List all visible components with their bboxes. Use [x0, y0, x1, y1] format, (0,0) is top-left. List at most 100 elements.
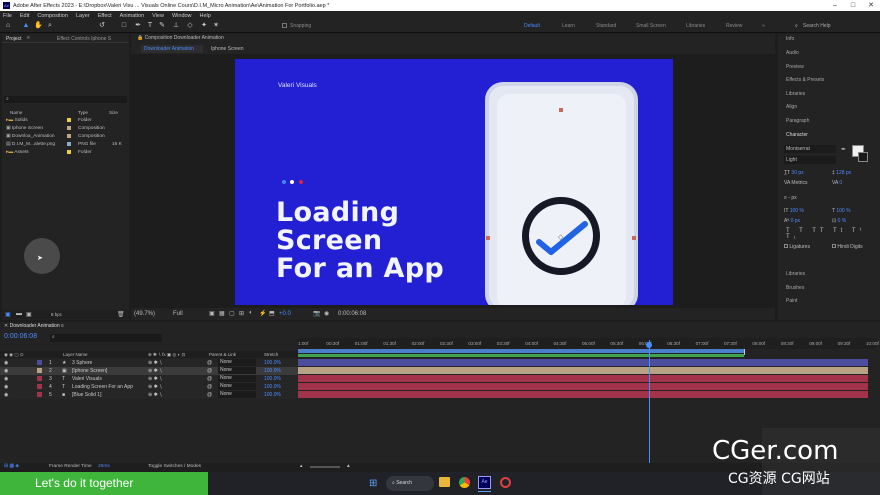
panel-preview[interactable]: Preview — [786, 64, 804, 70]
interpret-footage-icon[interactable]: ▣ — [5, 311, 11, 318]
menu-help[interactable]: Help — [200, 13, 211, 19]
tab-project[interactable]: Project — [6, 36, 22, 42]
parent-select[interactable]: None — [218, 367, 256, 374]
current-time[interactable]: 0:00:06:08 — [338, 311, 366, 317]
eyedropper-icon[interactable]: ✒ — [841, 146, 846, 153]
panel-effects-presets[interactable]: Effects & Presets — [786, 77, 824, 83]
selection-tool-icon[interactable]: ▲ — [22, 22, 30, 30]
menu-window[interactable]: Window — [172, 13, 192, 19]
stroke-color-swatch[interactable] — [858, 152, 868, 162]
tab-downloader-animation[interactable]: Downloader Animation — [141, 45, 203, 53]
horizontal-scale-field[interactable]: T 100 % — [832, 208, 851, 214]
label-color[interactable] — [37, 376, 42, 381]
project-search-input[interactable]: ⌕ — [4, 96, 127, 103]
layer-switches[interactable]: ⊕ ✱ ∖ — [148, 376, 162, 382]
app-icon[interactable] — [500, 477, 511, 488]
panel-libraries-2[interactable]: Libraries — [786, 271, 805, 277]
show-snapshot-icon[interactable]: ◉ — [324, 310, 329, 317]
playhead[interactable] — [649, 340, 650, 464]
parent-select[interactable]: None — [218, 391, 256, 398]
workspace-standard[interactable]: Standard — [596, 23, 616, 29]
parent-pickwhip-icon[interactable]: @ — [207, 360, 212, 366]
font-style-select[interactable]: Light — [784, 156, 836, 164]
col-layer-name[interactable]: Layer Name — [63, 352, 88, 357]
workspace-more-icon[interactable]: » — [762, 23, 765, 29]
stretch-value[interactable]: 100.0% — [264, 368, 281, 374]
panel-paragraph[interactable]: Paragraph — [786, 118, 809, 124]
workspace-libraries[interactable]: Libraries — [686, 23, 705, 29]
magnify-ratio[interactable]: (49.7%) — [134, 311, 155, 317]
mask-visibility-icon[interactable]: ▢ — [229, 310, 235, 317]
menu-file[interactable]: File — [3, 13, 12, 19]
bit-depth[interactable]: 8 bpc — [51, 312, 62, 317]
leading-field[interactable]: ‡ 128 px — [832, 170, 851, 176]
eye-icon[interactable]: ◉ — [4, 360, 8, 366]
eye-icon[interactable]: ◉ — [4, 384, 8, 390]
after-effects-taskbar-icon[interactable]: Ae — [478, 476, 491, 489]
search-help-input[interactable]: Search Help — [803, 23, 831, 29]
close-icon[interactable]: ✕ — [4, 323, 8, 329]
menu-composition[interactable]: Composition — [37, 13, 68, 19]
label-color[interactable] — [37, 392, 42, 397]
eye-icon[interactable]: ◉ — [4, 376, 8, 382]
stretch-value[interactable]: 100.0% — [264, 392, 281, 398]
region-of-interest-icon[interactable]: ▣ — [209, 310, 215, 317]
clone-tool-icon[interactable]: ⊥ — [172, 22, 180, 30]
zoom-out-icon[interactable]: ▴ — [300, 464, 302, 469]
panel-character[interactable]: Character — [786, 132, 808, 138]
brush-tool-icon[interactable]: ✎ — [158, 22, 166, 30]
font-family-select[interactable]: Montserrat — [784, 145, 836, 153]
zoom-tool-icon[interactable]: ⌕ — [46, 22, 54, 30]
list-item[interactable]: ▸▬ Solids Folder — [6, 118, 126, 126]
workspace-review[interactable]: Review — [726, 23, 742, 29]
fast-preview-icon[interactable]: ⚡ — [259, 310, 266, 317]
lock-icon[interactable]: 🔒 — [137, 35, 143, 41]
list-item[interactable]: ▤ D.I.M_M...alette.png PNG file 16 K — [6, 142, 126, 150]
col-stretch[interactable]: Stretch — [264, 352, 278, 357]
new-folder-icon[interactable]: ▬ — [16, 311, 22, 317]
layer-name[interactable]: 3 Sphere — [72, 360, 92, 366]
label-color[interactable] — [37, 368, 42, 373]
playhead-handle[interactable] — [646, 342, 652, 348]
parent-pickwhip-icon[interactable]: @ — [207, 384, 212, 390]
layer-row[interactable]: ◉ 2 ▣ [Iphone Screen] ⊕ ✱ ∖ @ None 100.0% — [0, 367, 298, 375]
tsume-field[interactable]: ⊡ 0 % — [832, 218, 846, 224]
camera-tool-icon[interactable]: ↺ — [98, 22, 106, 30]
work-area-bar[interactable] — [298, 349, 744, 353]
file-explorer-icon[interactable] — [439, 477, 450, 487]
stroke-width-field[interactable]: ≡ - px — [784, 195, 797, 201]
list-item[interactable]: ▸▬ Assets Folder — [6, 150, 126, 158]
eye-icon[interactable]: ◉ — [4, 392, 8, 398]
panel-libraries[interactable]: Libraries — [786, 91, 805, 97]
transform-handle[interactable] — [559, 108, 563, 112]
panel-align[interactable]: Align — [786, 104, 797, 110]
layer-switches[interactable]: ⊕ ✱ ∖ — [148, 360, 162, 366]
comp-canvas[interactable]: Valeri Visuals Loading Screen For an App… — [235, 59, 673, 305]
workspace-small-screen[interactable]: Small Screen — [636, 23, 666, 29]
work-area-end[interactable] — [744, 349, 745, 355]
comp-flowchart-icon[interactable]: ⊞ ▦ ◈ — [4, 464, 19, 469]
layer-name[interactable]: Loading Screen For an App — [72, 384, 133, 390]
layer-row[interactable]: ◉ 3 T Valeri Visuals ⊕ ✱ ∖ @ None 100.0% — [0, 375, 298, 383]
color-channel-icon[interactable]: ◐ — [249, 310, 253, 316]
parent-pickwhip-icon[interactable]: @ — [207, 376, 212, 382]
3d-view-icon[interactable]: ⬒ — [269, 310, 275, 317]
col-name[interactable]: Name — [10, 110, 22, 115]
layer-duration-bar[interactable] — [298, 359, 868, 366]
trash-icon[interactable]: 🗑 — [117, 311, 125, 318]
timeline-timecode[interactable]: 0:00:06:08 — [4, 333, 37, 340]
stretch-value[interactable]: 100.0% — [264, 384, 281, 390]
layer-row[interactable]: ◉ 4 T Loading Screen For an App ⊕ ✱ ∖ @ None 10… — [0, 383, 298, 391]
parent-pickwhip-icon[interactable]: @ — [207, 392, 212, 398]
menu-icon[interactable]: ≡ — [61, 323, 64, 329]
menu-icon[interactable]: ≡ — [27, 35, 30, 41]
hand-tool-icon[interactable]: ✋ — [34, 22, 43, 30]
transparency-grid-icon[interactable]: ▦ — [219, 310, 225, 317]
menu-view[interactable]: View — [152, 13, 164, 19]
col-type[interactable]: Type — [78, 110, 88, 115]
zoom-in-icon[interactable]: ▲ — [346, 464, 351, 469]
eraser-tool-icon[interactable]: ◇ — [186, 22, 194, 30]
tracking-field[interactable]: VA 0 — [832, 180, 842, 186]
layer-search-input[interactable]: ⌕ — [50, 334, 162, 342]
font-size-field[interactable]: T̲T 30 px — [784, 170, 804, 176]
